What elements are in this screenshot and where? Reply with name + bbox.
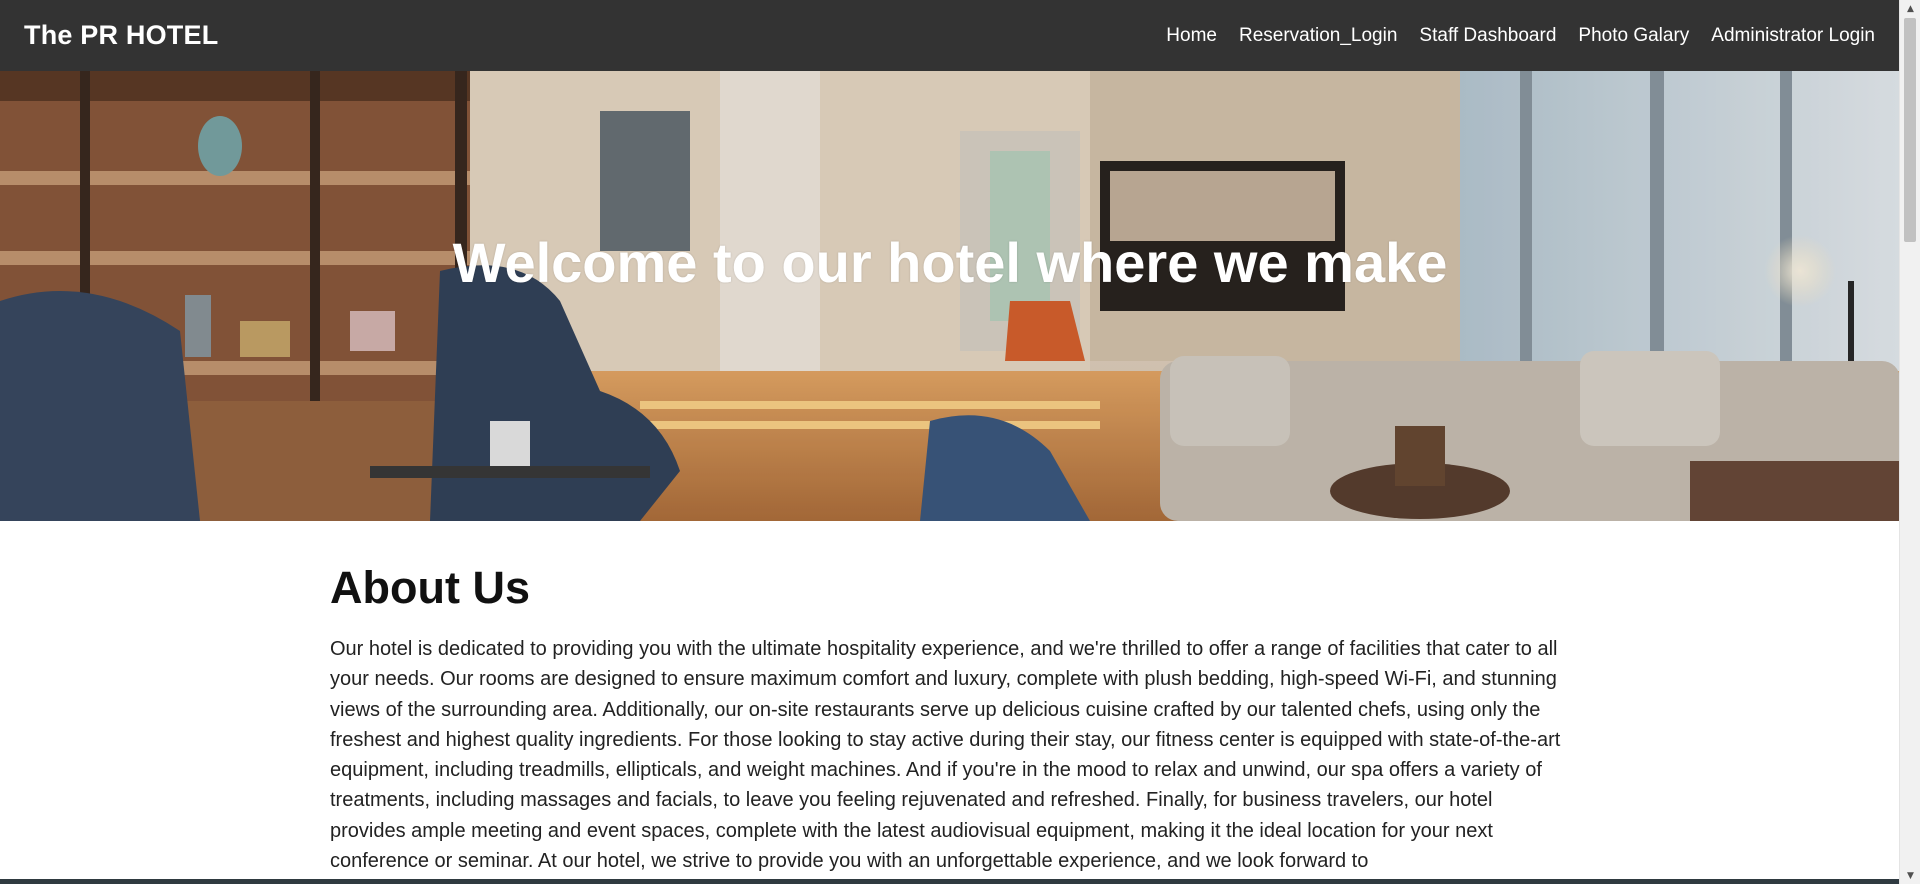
nav-link-home[interactable]: Home — [1166, 25, 1217, 47]
nav-link-reservation-login[interactable]: Reservation_Login — [1239, 25, 1397, 47]
hero-title: Welcome to our hotel where we make — [452, 231, 1448, 294]
top-navbar: The PR HOTEL Home Reservation_Login Staf… — [0, 0, 1899, 71]
browser-viewport: The PR HOTEL Home Reservation_Login Staf… — [0, 0, 1899, 884]
scroll-up-arrow-icon[interactable]: ▲ — [1900, 0, 1920, 17]
vertical-scrollbar[interactable]: ▲ ▼ — [1899, 0, 1920, 884]
page: The PR HOTEL Home Reservation_Login Staf… — [0, 0, 1920, 884]
nav-link-photo-gallery[interactable]: Photo Galary — [1578, 25, 1689, 47]
scroll-down-arrow-icon[interactable]: ▼ — [1900, 867, 1920, 884]
scrollbar-thumb[interactable] — [1904, 18, 1916, 242]
nav-links: Home Reservation_Login Staff Dashboard P… — [1166, 25, 1875, 47]
about-paragraph: Our hotel is dedicated to providing you … — [330, 638, 1561, 873]
about-section: About Us Our hotel is dedicated to provi… — [330, 560, 1570, 876]
about-heading: About Us — [330, 562, 530, 613]
hero-banner: Welcome to our hotel where we make — [0, 71, 1899, 521]
bottom-edge-bar — [0, 879, 1899, 884]
brand-logo-text[interactable]: The PR HOTEL — [24, 20, 218, 51]
hotel-lobby-image — [0, 71, 1899, 521]
nav-link-staff-dashboard[interactable]: Staff Dashboard — [1419, 25, 1556, 47]
nav-link-administrator-login[interactable]: Administrator Login — [1711, 25, 1875, 47]
